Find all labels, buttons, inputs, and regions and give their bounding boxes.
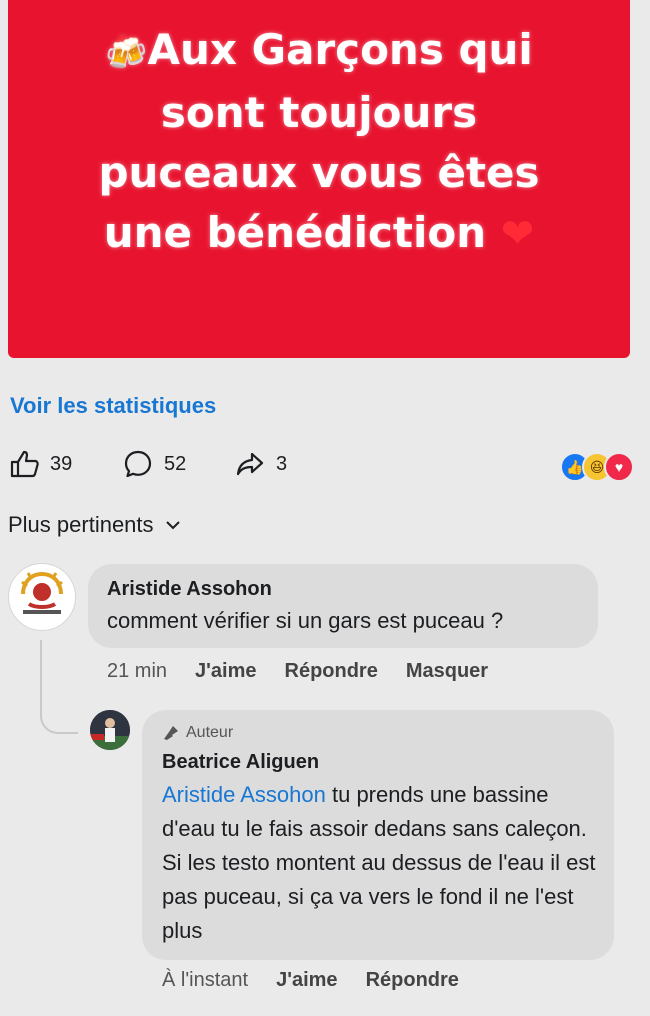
reply-button[interactable]: Répondre bbox=[285, 660, 378, 683]
comment-text: Aristide Assohon tu prends une bassine d… bbox=[162, 778, 602, 948]
reaction-summary[interactable]: 👍 😆 ♥ bbox=[560, 452, 634, 482]
share-icon bbox=[236, 452, 264, 476]
post-caption: Aux Garçons qui sont toujours puceaux vo… bbox=[98, 25, 540, 257]
thread-connector bbox=[40, 640, 78, 734]
commenter-name[interactable]: Beatrice Aliguen bbox=[162, 751, 319, 774]
microphone-icon bbox=[164, 726, 178, 740]
like-count: 39 bbox=[50, 452, 73, 475]
mention-link[interactable]: Aristide Assohon bbox=[162, 782, 326, 807]
post-image[interactable]: 🍻Aux Garçons qui sont toujours puceaux v… bbox=[8, 0, 630, 358]
avatar[interactable] bbox=[8, 563, 76, 631]
reply-bubble: Auteur Beatrice Aliguen Aristide Assohon… bbox=[142, 710, 614, 960]
like-action[interactable]: 39 bbox=[8, 448, 72, 480]
comment-meta: 21 min J'aime Répondre Masquer bbox=[107, 660, 488, 683]
thumbs-up-icon bbox=[10, 450, 39, 478]
sort-label: Plus pertinents bbox=[8, 512, 154, 537]
beer-emoji: 🍻 bbox=[105, 33, 148, 73]
comment-sort-dropdown[interactable]: Plus pertinents bbox=[8, 512, 182, 538]
like-comment-button[interactable]: J'aime bbox=[195, 660, 256, 683]
author-badge: Auteur bbox=[162, 724, 233, 742]
share-action[interactable]: 3 bbox=[234, 448, 287, 480]
hide-button[interactable]: Masquer bbox=[406, 660, 488, 683]
share-count: 3 bbox=[276, 452, 288, 475]
chevron-down-icon bbox=[165, 521, 180, 530]
comment-time: À l'instant bbox=[162, 969, 249, 991]
commenter-name[interactable]: Aristide Assohon bbox=[107, 578, 272, 601]
comment-bubble: Aristide Assohon comment vérifier si un … bbox=[88, 564, 598, 648]
comment-action[interactable]: 52 bbox=[122, 448, 186, 480]
avatar[interactable] bbox=[90, 710, 130, 750]
like-comment-button[interactable]: J'aime bbox=[276, 969, 337, 992]
action-bar: 39 52 3 👍 😆 ♥ bbox=[8, 448, 634, 488]
reply-button[interactable]: Répondre bbox=[366, 969, 459, 992]
reply-meta: À l'instant J'aime Répondre bbox=[162, 969, 459, 992]
profile-photo-icon bbox=[90, 710, 130, 750]
logo-avatar-icon bbox=[10, 565, 74, 629]
love-reaction-icon: ♥ bbox=[604, 452, 634, 482]
heart-emoji: ❤ bbox=[500, 211, 535, 257]
comment-count: 52 bbox=[164, 452, 187, 475]
post-text: 🍻Aux Garçons qui sont toujours puceaux v… bbox=[49, 20, 589, 264]
author-label: Auteur bbox=[186, 724, 234, 741]
comment-icon bbox=[124, 450, 152, 478]
comment-time: 21 min bbox=[107, 660, 168, 682]
view-stats-link[interactable]: Voir les statistiques bbox=[10, 393, 216, 419]
comment-text: comment vérifier si un gars est puceau ? bbox=[107, 608, 504, 633]
